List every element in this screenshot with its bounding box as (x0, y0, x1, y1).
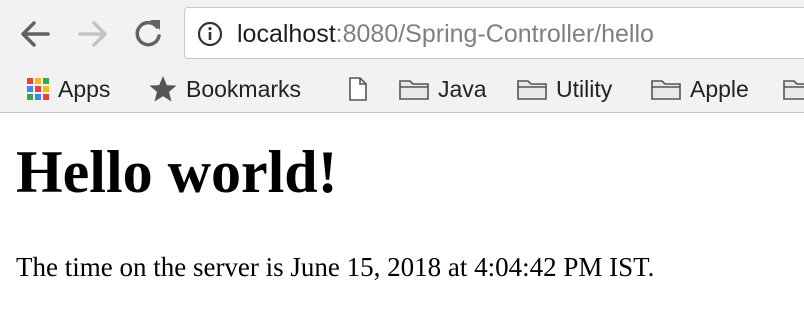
page-icon (349, 77, 367, 101)
folder-icon (399, 80, 429, 100)
bookmarks-bar: Apps Bookmarks Java Utility Apple (0, 66, 804, 113)
url-path: :8080/Spring-Controller/hello (335, 20, 654, 48)
back-arrow-icon (21, 21, 50, 47)
address-bar[interactable]: localhost:8080/Spring-Controller/hello (184, 7, 804, 59)
url-text[interactable]: localhost:8080/Spring-Controller/hello (237, 19, 654, 49)
url-host: localhost (237, 20, 336, 48)
page-heading: Hello world! (16, 139, 338, 205)
bookmark-overflow-folder[interactable] (782, 66, 804, 112)
folder-icon (651, 80, 681, 100)
bookmark-folder-apple[interactable]: Apple (650, 66, 749, 112)
folder-icon (517, 80, 547, 100)
bookmark-page[interactable] (348, 66, 368, 112)
bookmark-folder-java[interactable]: Java (398, 66, 487, 112)
reload-icon (135, 20, 161, 47)
bookmark-folder-utility[interactable]: Utility (516, 66, 612, 112)
bookmark-label: Java (438, 75, 487, 102)
bookmark-label: Bookmarks (186, 75, 302, 102)
forward-arrow-icon (78, 21, 107, 47)
info-icon[interactable] (197, 21, 223, 47)
bookmark-label: Apps (58, 75, 111, 102)
reload-button[interactable] (126, 12, 170, 56)
bookmark-label: Apple (690, 75, 749, 102)
back-button[interactable] (14, 12, 58, 56)
server-time-message: The time on the server is June 15, 2018 … (16, 252, 655, 282)
bookmark-label: Utility (556, 75, 613, 102)
bookmark-bookmarks[interactable]: Bookmarks (148, 66, 301, 112)
browser-toolbar: localhost:8080/Spring-Controller/hello (0, 0, 804, 66)
folder-icon (783, 80, 804, 100)
bookmark-apps[interactable]: Apps (26, 66, 110, 112)
forward-button[interactable] (70, 12, 114, 56)
star-icon (149, 76, 177, 102)
apps-grid-icon (27, 78, 49, 100)
